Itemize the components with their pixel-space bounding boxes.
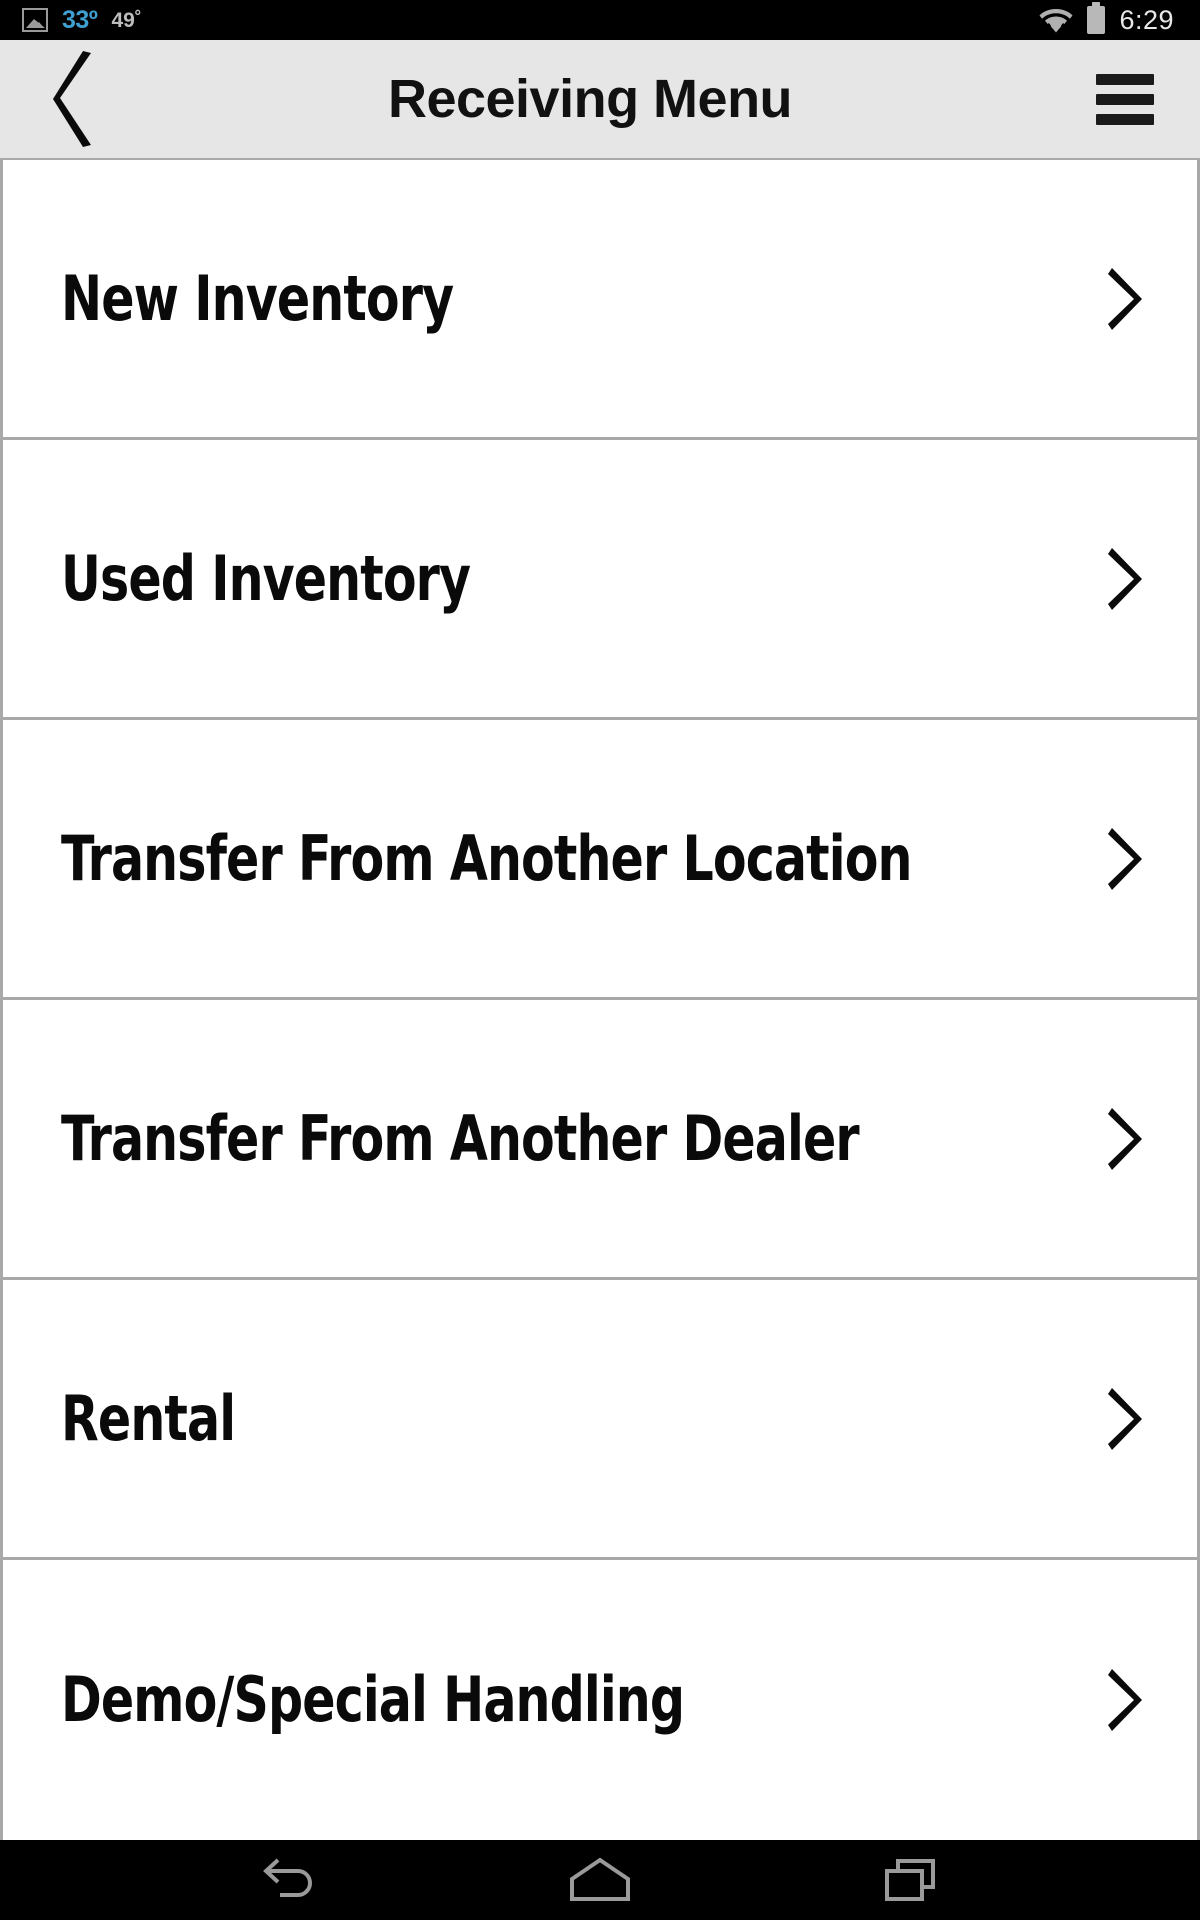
list-item-transfer-from-another-dealer[interactable]: Transfer From Another Dealer: [3, 1000, 1197, 1280]
status-bar-right-group: 6:29: [1039, 2, 1174, 35]
page-title: Receiving Menu: [387, 69, 793, 129]
photo-icon: [22, 8, 48, 32]
chevron-right-icon: [1108, 267, 1142, 330]
hamburger-menu-button[interactable]: [1050, 39, 1200, 159]
weather-temp-secondary: 49˚: [111, 8, 142, 32]
android-status-bar: 33º 49˚ 6:29: [0, 0, 1200, 40]
hamburger-menu-icon-bar-1: [1096, 73, 1154, 85]
status-bar-left-group: 33º 49˚: [22, 5, 142, 34]
android-navigation-bar: [0, 1840, 1200, 1920]
android-recents-icon: [884, 1857, 936, 1903]
list-item-label: Rental: [61, 1381, 236, 1455]
list-item-transfer-from-another-location[interactable]: Transfer From Another Location: [3, 720, 1197, 1000]
app-header: Receiving Menu: [0, 40, 1200, 160]
list-item-new-inventory[interactable]: New Inventory: [3, 160, 1197, 440]
android-back-button[interactable]: [230, 1840, 350, 1920]
list-item-label: New Inventory: [61, 261, 454, 335]
chevron-right-icon: [1108, 547, 1142, 610]
list-item-label: Demo/Special Handling: [61, 1663, 685, 1736]
chevron-right-icon: [1108, 1107, 1142, 1170]
hamburger-menu-icon-bar-2: [1096, 93, 1154, 105]
list-item-rental[interactable]: Rental: [3, 1280, 1197, 1560]
battery-icon: [1087, 2, 1106, 34]
hamburger-menu-icon-bar-3: [1096, 113, 1154, 125]
clock: 6:29: [1119, 4, 1174, 35]
chevron-right-icon: [1108, 1387, 1142, 1450]
wifi-icon: [1039, 7, 1073, 33]
chevron-left-icon: [53, 51, 97, 147]
chevron-right-icon: [1108, 827, 1142, 890]
android-home-button[interactable]: [540, 1840, 660, 1920]
list-item-demo-special-handling[interactable]: Demo/Special Handling: [3, 1560, 1197, 1840]
list-item-label: Transfer From Another Dealer: [61, 1101, 860, 1175]
list-item-used-inventory[interactable]: Used Inventory: [3, 440, 1197, 720]
android-recents-button[interactable]: [850, 1840, 970, 1920]
list-item-label: Used Inventory: [61, 541, 471, 615]
chevron-right-icon: [1108, 1669, 1142, 1731]
weather-temp-primary: 33º: [62, 5, 98, 34]
list-item-label: Transfer From Another Location: [61, 821, 912, 895]
android-back-icon: [262, 1857, 318, 1903]
back-button[interactable]: [0, 39, 150, 159]
android-home-icon: [569, 1857, 631, 1903]
receiving-menu-list: New Inventory Used Inventory Transfer Fr…: [0, 160, 1200, 1840]
